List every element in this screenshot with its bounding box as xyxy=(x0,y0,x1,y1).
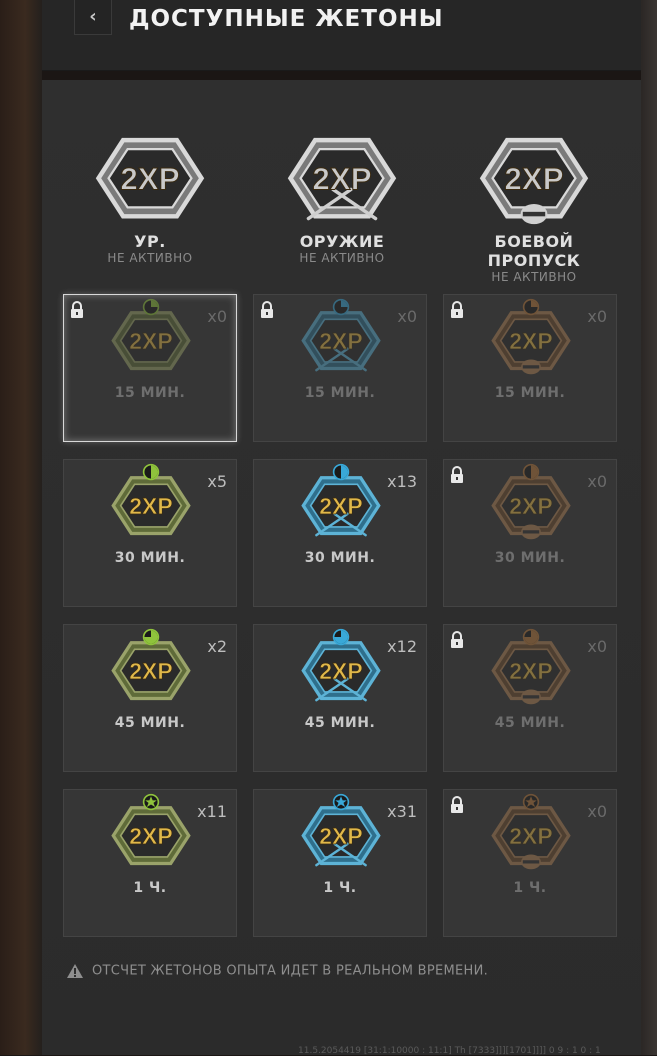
token-card[interactable]: 2XP x0 1 Ч. xyxy=(443,789,617,937)
background-left xyxy=(0,0,42,1055)
token-duration: 15 МИН. xyxy=(494,385,566,401)
token-duration: 30 МИН. xyxy=(114,550,186,566)
svg-text:2XP: 2XP xyxy=(312,161,371,196)
clock-three-quarter-icon: 2XP xyxy=(109,628,193,710)
token-count: x0 xyxy=(587,802,607,821)
token-count: x0 xyxy=(587,472,607,491)
clock-quarter-icon: 2XP xyxy=(489,298,573,380)
svg-text:2XP: 2XP xyxy=(319,658,362,684)
svg-text:2XP: 2XP xyxy=(129,823,172,849)
token-count: x5 xyxy=(207,472,227,491)
svg-text:2XP: 2XP xyxy=(120,161,179,196)
clock-quarter-icon: 2XP xyxy=(299,298,383,380)
token-card[interactable]: 2XP x0 15 МИН. xyxy=(443,294,617,442)
lock-icon xyxy=(450,796,464,814)
weapon-badge-icon: 2XP xyxy=(282,120,402,232)
svg-text:2XP: 2XP xyxy=(504,161,563,196)
back-button[interactable]: ‹ xyxy=(74,0,112,35)
star-icon: 2XP xyxy=(489,793,573,875)
lock-icon xyxy=(450,466,464,484)
token-count: x0 xyxy=(207,307,227,326)
svg-text:2XP: 2XP xyxy=(319,823,362,849)
svg-text:2XP: 2XP xyxy=(319,328,362,354)
rank-badge-icon: 2XP xyxy=(90,120,210,232)
token-card[interactable]: 2XP x0 15 МИН. xyxy=(63,294,237,442)
token-duration: 1 Ч. xyxy=(513,880,547,896)
token-count: x0 xyxy=(587,637,607,656)
clock-half-icon: 2XP xyxy=(489,463,573,545)
token-card[interactable]: 2XP x2 45 МИН. xyxy=(63,624,237,772)
token-count: x0 xyxy=(397,307,417,326)
column-status: НЕ АКТИВНО xyxy=(491,270,577,284)
token-card[interactable]: 2XP x11 1 Ч. xyxy=(63,789,237,937)
realtime-note: ОТСЧЕТ ЖЕТОНОВ ОПЫТА ИДЕТ В РЕАЛЬНОМ ВРЕ… xyxy=(66,963,488,979)
token-duration: 45 МИН. xyxy=(114,715,186,731)
column-name: БОЕВОЙ ПРОПУСК xyxy=(487,232,581,270)
token-count: x31 xyxy=(387,802,417,821)
token-card[interactable]: 2XP x5 30 МИН. xyxy=(63,459,237,607)
lock-icon xyxy=(450,301,464,319)
token-duration: 15 МИН. xyxy=(304,385,376,401)
clock-half-icon: 2XP xyxy=(299,463,383,545)
battlepass-badge-icon: 2XP xyxy=(474,120,594,232)
token-duration: 1 Ч. xyxy=(323,880,357,896)
token-duration: 1 Ч. xyxy=(133,880,167,896)
svg-text:2XP: 2XP xyxy=(129,658,172,684)
column-status: НЕ АКТИВНО xyxy=(299,251,385,265)
clock-three-quarter-icon: 2XP xyxy=(299,628,383,710)
token-duration: 30 МИН. xyxy=(494,550,566,566)
clock-quarter-icon: 2XP xyxy=(109,298,193,380)
star-icon: 2XP xyxy=(109,793,193,875)
svg-text:2XP: 2XP xyxy=(129,328,172,354)
svg-text:2XP: 2XP xyxy=(509,493,552,519)
lock-icon xyxy=(260,301,274,319)
token-count: x13 xyxy=(387,472,417,491)
token-card[interactable]: 2XP x12 45 МИН. xyxy=(253,624,427,772)
clock-half-icon: 2XP xyxy=(109,463,193,545)
token-card[interactable]: 2XP x0 45 МИН. xyxy=(443,624,617,772)
token-count: x12 xyxy=(387,637,417,656)
page-title: ДОСТУПНЫЕ ЖЕТОНЫ xyxy=(129,6,444,32)
note-text: ОТСЧЕТ ЖЕТОНОВ ОПЫТА ИДЕТ В РЕАЛЬНОМ ВРЕ… xyxy=(92,963,489,979)
lock-icon xyxy=(450,631,464,649)
column-header-weapon: 2XP ОРУЖИЕ НЕ АКТИВНО xyxy=(262,120,422,265)
column-name: УР. xyxy=(134,232,166,251)
svg-text:2XP: 2XP xyxy=(319,493,362,519)
svg-text:2XP: 2XP xyxy=(129,493,172,519)
token-count: x2 xyxy=(207,637,227,656)
star-icon: 2XP xyxy=(299,793,383,875)
lock-icon xyxy=(70,301,84,319)
token-duration: 45 МИН. xyxy=(494,715,566,731)
column-status: НЕ АКТИВНО xyxy=(107,251,193,265)
token-card[interactable]: 2XP x0 15 МИН. xyxy=(253,294,427,442)
column-header-battlepass: 2XP БОЕВОЙ ПРОПУСК НЕ АКТИВНО xyxy=(454,120,614,284)
warning-icon xyxy=(67,964,83,978)
background-right xyxy=(641,0,657,1055)
clock-three-quarter-icon: 2XP xyxy=(489,628,573,710)
token-count: x11 xyxy=(197,802,227,821)
token-card[interactable]: 2XP x31 1 Ч. xyxy=(253,789,427,937)
token-card[interactable]: 2XP x0 30 МИН. xyxy=(443,459,617,607)
token-count: x0 xyxy=(587,307,607,326)
column-name: ОРУЖИЕ xyxy=(299,232,385,251)
svg-text:2XP: 2XP xyxy=(509,328,552,354)
svg-text:2XP: 2XP xyxy=(509,823,552,849)
token-duration: 30 МИН. xyxy=(304,550,376,566)
token-card[interactable]: 2XP x13 30 МИН. xyxy=(253,459,427,607)
column-header-rank: 2XP УР. НЕ АКТИВНО xyxy=(70,120,230,265)
token-duration: 15 МИН. xyxy=(114,385,186,401)
svg-text:2XP: 2XP xyxy=(509,658,552,684)
token-duration: 45 МИН. xyxy=(304,715,376,731)
